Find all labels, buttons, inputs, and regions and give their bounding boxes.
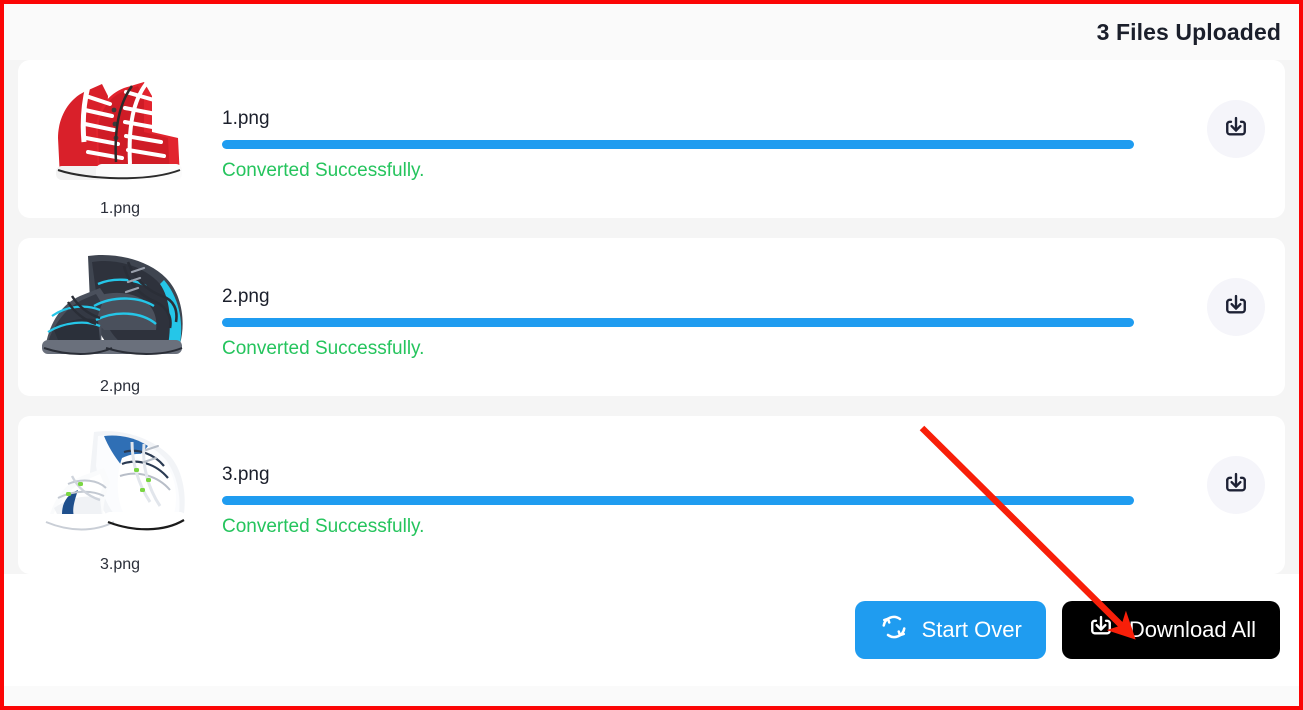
refresh-circle-icon <box>879 612 909 648</box>
progress-bar-fill <box>222 140 1134 149</box>
footer-actions: Start Over Download All <box>4 574 1299 686</box>
download-file-button[interactable] <box>1207 100 1265 158</box>
thumbnail-container: 1.png <box>18 60 222 218</box>
file-row: 1.png 1.png Converted Successfully. <box>18 60 1285 218</box>
progress-bar <box>222 496 1134 505</box>
download-tray-icon <box>1086 612 1116 648</box>
thumbnail-caption: 2.png <box>99 378 141 395</box>
file-name: 3.png <box>222 464 270 485</box>
header-bar: 3 Files Uploaded <box>4 4 1299 60</box>
download-file-button[interactable] <box>1207 456 1265 514</box>
start-over-label: Start Over <box>921 617 1022 642</box>
progress-bar <box>222 318 1134 327</box>
thumbnail-container: 2.png <box>18 238 222 396</box>
file-row: 3.png 3.png Converted Successfully. <box>18 416 1285 574</box>
thumbnail-caption: 3.png <box>99 556 141 573</box>
file-name: 1.png <box>222 108 270 129</box>
progress-bar-fill <box>222 318 1134 327</box>
progress-bar <box>222 140 1134 149</box>
conversion-status: Converted Successfully. <box>222 516 425 537</box>
files-uploaded-count: 3 Files Uploaded <box>1096 18 1281 45</box>
file-details: 1.png Converted Successfully. <box>222 60 1285 182</box>
thumbnail-image-3 <box>28 422 212 548</box>
download-all-label: Download All <box>1128 617 1256 642</box>
file-name: 2.png <box>222 286 270 307</box>
thumbnail-image-2 <box>28 244 212 370</box>
file-row: 2.png 2.png Converted Successfully. <box>18 238 1285 396</box>
download-file-button[interactable] <box>1207 278 1265 336</box>
download-tray-icon <box>1221 469 1251 502</box>
download-all-button[interactable]: Download All <box>1061 601 1280 659</box>
thumbnail-container: 3.png <box>18 416 222 574</box>
conversion-status: Converted Successfully. <box>222 160 425 181</box>
thumbnail-image-1 <box>28 66 212 192</box>
app-window: 3 Files Uploaded 1.png 1.png Converted S… <box>0 0 1303 710</box>
thumbnail-caption: 1.png <box>99 200 141 217</box>
conversion-status: Converted Successfully. <box>222 338 425 359</box>
file-list: 1.png 1.png Converted Successfully. 2.pn… <box>4 60 1299 574</box>
file-details: 2.png Converted Successfully. <box>222 238 1285 360</box>
progress-bar-fill <box>222 496 1134 505</box>
download-tray-icon <box>1221 113 1251 146</box>
download-tray-icon <box>1221 291 1251 324</box>
start-over-button[interactable]: Start Over <box>854 601 1046 659</box>
file-details: 3.png Converted Successfully. <box>222 416 1285 538</box>
